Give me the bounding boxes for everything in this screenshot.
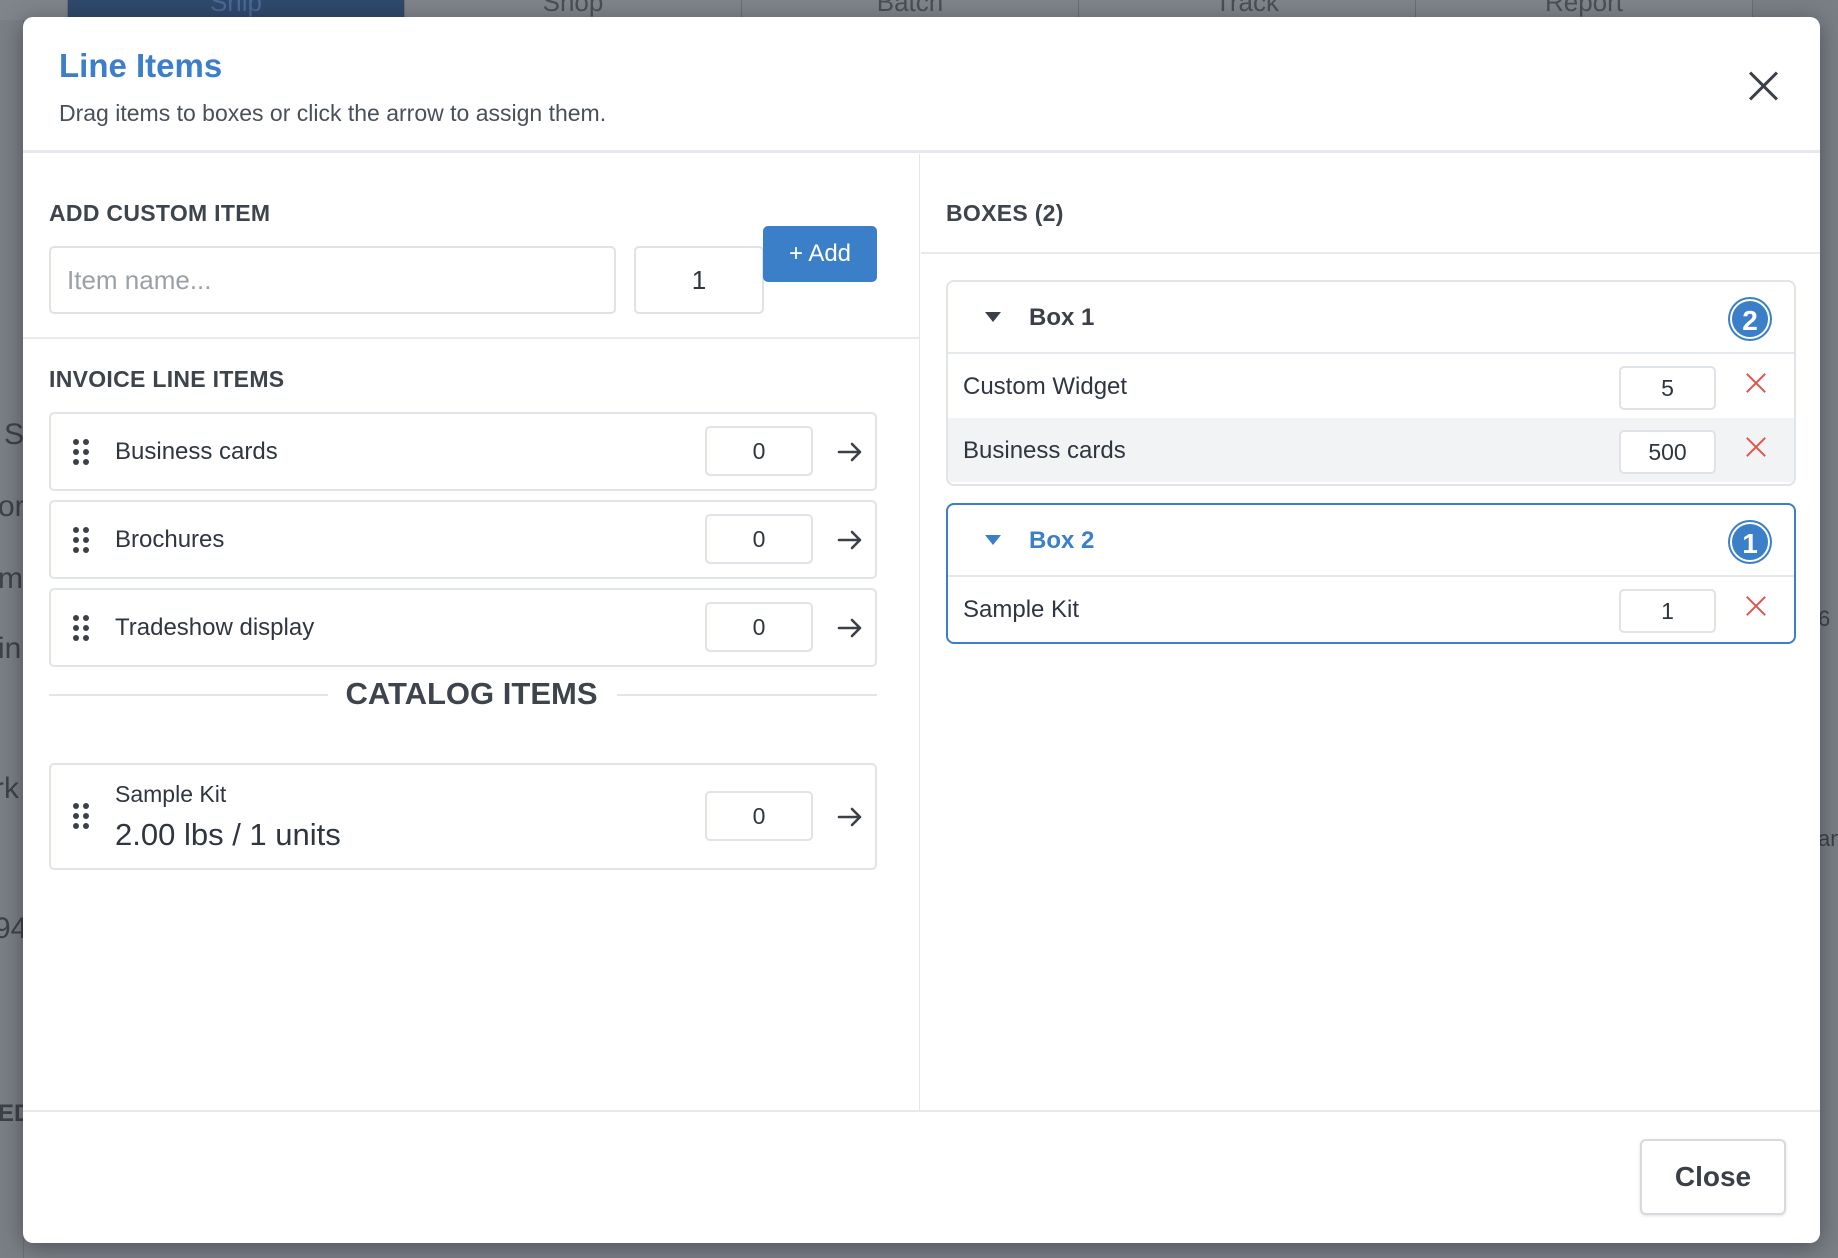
left-pane: ADD CUSTOM ITEM + Add INVOICE LINE ITEMS… <box>23 154 920 1110</box>
invoice-line-item[interactable]: Brochures <box>49 500 877 579</box>
assign-arrow-icon[interactable] <box>835 437 865 467</box>
box-name: Box 2 <box>1029 527 1095 554</box>
catalog-item-detail: 2.00 lbs / 1 units <box>115 817 341 852</box>
background-right-strip <box>1818 20 1838 1258</box>
section-divider <box>23 337 919 339</box>
assign-arrow-icon[interactable] <box>835 613 865 643</box>
box-item-row: Business cards <box>948 418 1794 482</box>
boxes-divider <box>921 252 1820 254</box>
close-button[interactable]: Close <box>1640 1139 1786 1215</box>
invoice-item-quantity-input[interactable] <box>705 426 813 476</box>
modal-title: Line Items <box>59 47 223 84</box>
background-text-fragment: in <box>0 632 22 665</box>
invoice-line-item[interactable]: Business cards <box>49 412 877 491</box>
drag-handle-icon[interactable] <box>73 527 89 553</box>
box-item-quantity-input[interactable] <box>1619 366 1716 410</box>
box-item-name: Sample Kit <box>963 596 1080 623</box>
box-item-row: Sample Kit <box>948 577 1794 641</box>
box-item-row: Custom Widget <box>948 354 1794 418</box>
background-text-fragment: S <box>4 418 25 451</box>
remove-item-icon[interactable] <box>1745 595 1767 617</box>
box-card[interactable]: Box 2 1 Sample Kit <box>946 503 1796 644</box>
invoice-item-name: Brochures <box>115 526 225 553</box>
caret-down-icon[interactable] <box>985 312 1001 322</box>
remove-item-icon[interactable] <box>1745 372 1767 394</box>
box-item-name: Business cards <box>963 437 1126 464</box>
caret-down-icon[interactable] <box>985 535 1001 545</box>
invoice-item-name: Tradeshow display <box>115 614 315 641</box>
add-custom-item-button[interactable]: + Add <box>763 226 877 282</box>
catalog-item-name: Sample Kit <box>115 781 227 807</box>
add-custom-item-heading: ADD CUSTOM ITEM <box>49 200 271 226</box>
catalog-item[interactable]: Sample Kit 2.00 lbs / 1 units <box>49 763 877 870</box>
modal-subtitle: Drag items to boxes or click the arrow t… <box>59 100 607 126</box>
box-name: Box 1 <box>1029 304 1095 331</box>
drag-handle-icon[interactable] <box>73 615 89 641</box>
invoice-line-items-heading: INVOICE LINE ITEMS <box>49 366 285 392</box>
box-item-name: Custom Widget <box>963 373 1128 400</box>
box-item-quantity-input[interactable] <box>1619 589 1716 633</box>
background-text-fragment: an <box>1818 826 1838 851</box>
modal-header: Line Items Drag items to boxes or click … <box>23 17 1820 153</box>
background-text-fragment: rk <box>0 772 19 805</box>
box-card[interactable]: Box 1 2 Custom Widget Business cards <box>946 280 1796 486</box>
drag-handle-icon[interactable] <box>73 439 89 465</box>
invoice-line-item[interactable]: Tradeshow display <box>49 588 877 667</box>
invoice-item-quantity-input[interactable] <box>705 602 813 652</box>
box-header[interactable]: Box 2 1 <box>948 505 1794 577</box>
close-icon[interactable] <box>1746 69 1780 103</box>
assign-arrow-icon[interactable] <box>835 525 865 555</box>
invoice-item-quantity-input[interactable] <box>705 514 813 564</box>
catalog-item-quantity-input[interactable] <box>705 791 813 841</box>
assign-arrow-icon[interactable] <box>835 802 865 832</box>
catalog-divider-right <box>617 694 877 696</box>
box-item-quantity-input[interactable] <box>1619 430 1716 474</box>
modal-footer: Close <box>23 1110 1820 1243</box>
box-item-count-badge: 2 <box>1730 299 1770 339</box>
item-name-input[interactable] <box>49 246 616 314</box>
drag-handle-icon[interactable] <box>73 803 89 829</box>
line-items-modal: Line Items Drag items to boxes or click … <box>23 17 1820 1243</box>
right-pane: BOXES (2) Box 1 2 Custom Widget Business… <box>921 154 1820 1110</box>
box-item-count-badge: 1 <box>1730 522 1770 562</box>
custom-item-quantity-input[interactable] <box>634 246 764 314</box>
box-header[interactable]: Box 1 2 <box>948 282 1794 354</box>
invoice-item-name: Business cards <box>115 438 278 465</box>
boxes-heading: BOXES (2) <box>946 200 1064 226</box>
remove-item-icon[interactable] <box>1745 436 1767 458</box>
